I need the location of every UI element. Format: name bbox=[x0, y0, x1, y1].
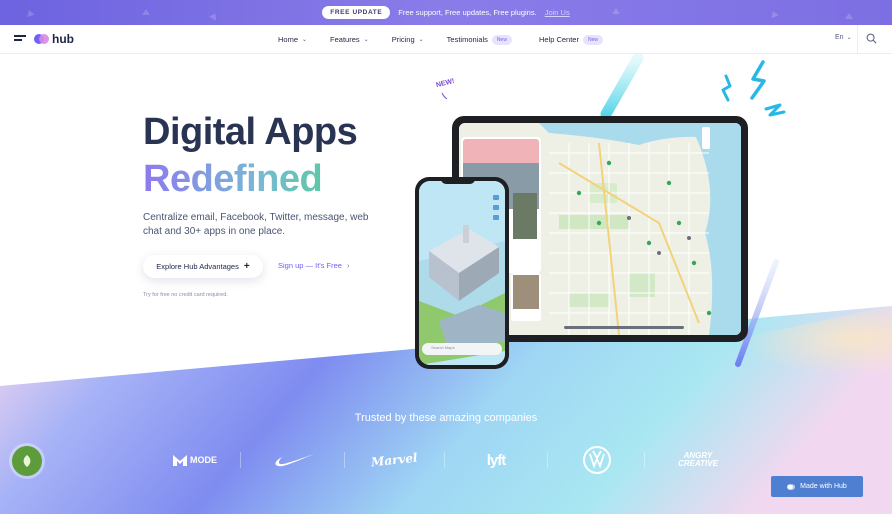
language-label: En bbox=[835, 34, 844, 41]
signup-link[interactable]: Sign up — It's Free › bbox=[278, 261, 349, 270]
angry-creative-logo: ANGRY CREATIVE bbox=[670, 442, 726, 478]
nav-item-home[interactable]: Home ⌄ bbox=[278, 35, 307, 44]
mode-logo: MODE bbox=[170, 442, 220, 478]
vw-logo-icon bbox=[583, 446, 611, 474]
lyft-logo: lyft bbox=[476, 442, 516, 478]
signup-link-label: Sign up — It's Free bbox=[278, 261, 342, 270]
mode-m-icon bbox=[173, 454, 187, 466]
search-icon[interactable] bbox=[866, 33, 877, 44]
company-logos-row: MODE Marvel lyft ANGRY CREATIVE bbox=[0, 442, 892, 478]
nav-item-features[interactable]: Features ⌄ bbox=[330, 35, 369, 44]
chevron-down-icon: ⌄ bbox=[302, 37, 308, 43]
hub-logo-mark-icon bbox=[34, 34, 49, 44]
leaf-chat-icon bbox=[23, 455, 31, 467]
explore-button-label: Explore Hub Advantages bbox=[156, 262, 239, 271]
chevron-down-icon: ⌄ bbox=[363, 37, 369, 43]
chevron-right-icon: › bbox=[346, 261, 350, 270]
hub-logo[interactable]: hub bbox=[34, 32, 74, 46]
phone-search-field[interactable]: Search Maps bbox=[431, 345, 455, 350]
announcement-bar: FREE UPDATE Free support, Free updates, … bbox=[0, 0, 892, 25]
nav-item-label: Features bbox=[330, 35, 360, 44]
nav-item-testimonials[interactable]: Testimonials New bbox=[446, 34, 512, 45]
made-with-hub-button[interactable]: Made with Hub bbox=[771, 476, 863, 497]
hero-section: NEW! Digital Apps Redefined Centralize e… bbox=[0, 54, 892, 514]
nav-item-label: Testimonials bbox=[446, 35, 488, 44]
chevron-down-icon: ⌄ bbox=[846, 35, 852, 41]
made-with-hub-label: Made with Hub bbox=[800, 483, 847, 490]
nike-swoosh-icon bbox=[275, 454, 314, 467]
lyft-logo-text: lyft bbox=[486, 451, 506, 469]
nav-item-help-center[interactable]: Help Center New bbox=[538, 34, 603, 45]
no-credit-card-note: Try for free no credit card required. bbox=[143, 292, 228, 298]
3d-map-illustration bbox=[419, 181, 505, 365]
join-us-link[interactable]: Join Us bbox=[545, 8, 570, 17]
chat-widget-button[interactable] bbox=[12, 446, 42, 476]
vw-logo bbox=[581, 442, 613, 478]
hero-subtitle: Centralize email, Facebook, Twitter, mes… bbox=[143, 212, 369, 237]
logo-text: hub bbox=[52, 32, 74, 46]
nav-item-label: Home bbox=[278, 35, 299, 44]
phone-map-screen: Search Maps bbox=[419, 181, 505, 365]
language-selector[interactable]: En ⌄ bbox=[835, 34, 852, 41]
free-update-badge: FREE UPDATE bbox=[322, 6, 391, 19]
phone-mockup: Search Maps bbox=[415, 177, 509, 369]
angry-creative-logo-text: ANGRY CREATIVE bbox=[678, 451, 718, 468]
marvel-logo-text: Marvel bbox=[370, 450, 418, 470]
chevron-down-icon: ⌄ bbox=[418, 37, 424, 43]
mode-logo-text: MODE bbox=[190, 455, 217, 465]
nav-item-label: Help Center bbox=[538, 35, 579, 44]
nike-logo bbox=[272, 442, 316, 478]
marvel-logo: Marvel bbox=[370, 442, 418, 478]
hero-title-line1: Digital Apps bbox=[143, 111, 358, 153]
nav-divider bbox=[857, 25, 858, 54]
main-navbar: hub Home ⌄ Features ⌄ Pricing ⌄ Testimon… bbox=[0, 25, 892, 54]
hub-logo-mark-icon bbox=[787, 483, 796, 490]
nav-item-label: Pricing bbox=[391, 35, 415, 44]
nav-menu: Home ⌄ Features ⌄ Pricing ⌄ Testimonials… bbox=[278, 25, 626, 54]
hero-title-line2: Redefined bbox=[143, 158, 323, 200]
hamburger-menu-icon[interactable] bbox=[14, 35, 26, 43]
new-badge: New bbox=[582, 34, 603, 45]
nav-item-pricing[interactable]: Pricing ⌄ bbox=[392, 35, 424, 44]
announcement-message: Free support, Free updates, Free plugins… bbox=[398, 8, 537, 17]
trusted-heading: Trusted by these amazing companies bbox=[354, 412, 538, 424]
plus-icon: + bbox=[243, 261, 250, 272]
explore-advantages-button[interactable]: Explore Hub Advantages + bbox=[143, 255, 263, 278]
new-badge: New bbox=[491, 34, 512, 45]
